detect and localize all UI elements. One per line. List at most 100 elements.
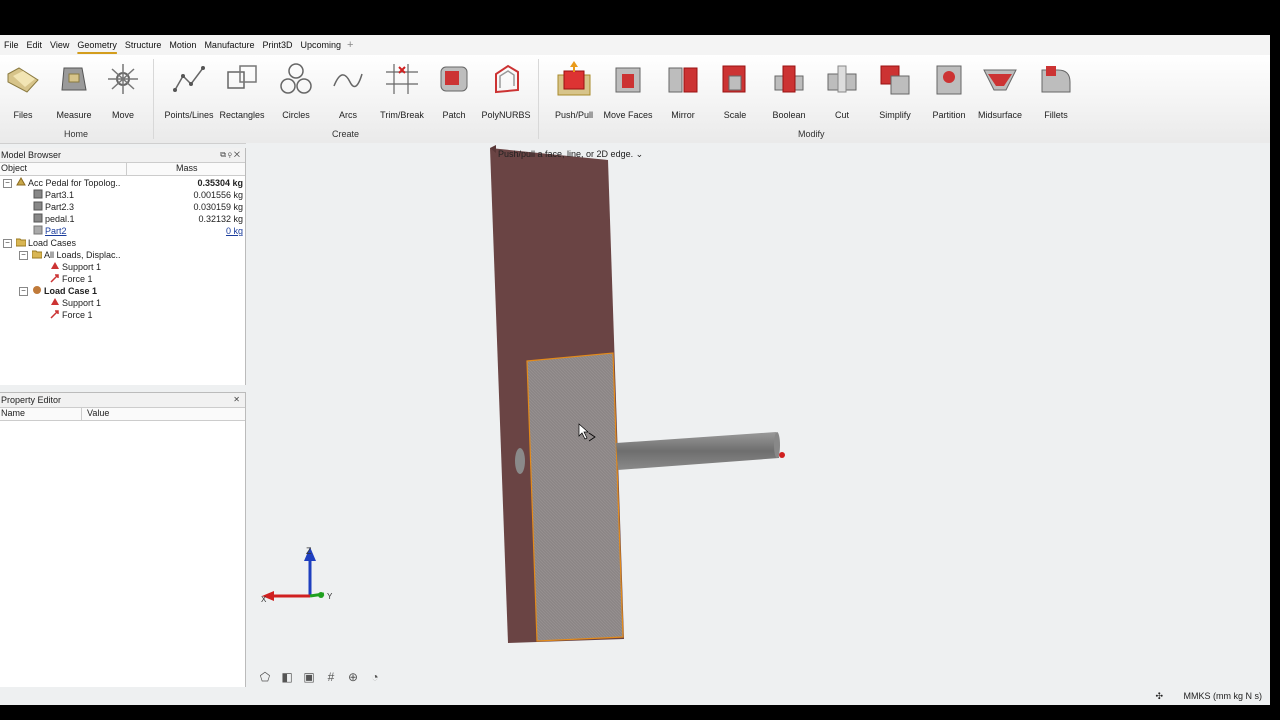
zoom-icon[interactable]: ⊕ xyxy=(344,669,362,685)
tree-item-part[interactable]: pedal.1 xyxy=(33,213,75,225)
cut-button[interactable]: Cut xyxy=(822,61,862,120)
simplify-button[interactable]: Simplify xyxy=(874,61,916,120)
points-lines-button[interactable]: Points/Lines xyxy=(164,61,214,120)
circles-icon xyxy=(278,61,314,97)
push-pull-button[interactable]: Push/Pull xyxy=(552,61,596,120)
selected-face[interactable] xyxy=(526,352,624,642)
trim-break-icon xyxy=(384,61,420,97)
move-button[interactable]: Move xyxy=(104,61,142,120)
files-button[interactable]: Files xyxy=(4,61,42,120)
part-icon xyxy=(33,189,43,199)
pedal-rod[interactable] xyxy=(616,432,785,470)
part-icon xyxy=(33,201,43,211)
model-browser-title: Model Browser xyxy=(1,150,62,160)
menu-upcoming[interactable]: Upcoming xyxy=(296,35,345,55)
menu-manufacture[interactable]: Manufacture xyxy=(200,35,258,55)
menu-motion[interactable]: Motion xyxy=(165,35,200,55)
model-browser-header: Object Mass xyxy=(0,162,245,176)
axis-z-label: Z xyxy=(306,546,312,556)
tree-item-part[interactable]: Part2 xyxy=(33,225,67,237)
menu-bar: File Edit View Geometry Structure Motion… xyxy=(0,35,1270,55)
menu-structure[interactable]: Structure xyxy=(121,35,166,55)
support-icon xyxy=(50,261,59,270)
measure-button[interactable]: Measure xyxy=(54,61,94,120)
push-pull-hint[interactable]: Push/pull a face, line, or 2D edge. ⌄ xyxy=(498,149,643,160)
box-view-icon[interactable]: ▣ xyxy=(300,669,318,685)
status-bar: ✣ MMKS (mm kg N s) xyxy=(1155,691,1262,702)
midsurface-icon xyxy=(982,61,1018,97)
part-icon xyxy=(33,213,43,223)
tree-item-support[interactable]: Support 1 xyxy=(50,297,101,309)
model-browser-panel: Model Browser ⧉⚲✕ Object Mass − Acc Peda… xyxy=(0,148,246,385)
column-mass[interactable]: Mass xyxy=(176,163,198,173)
menu-edit[interactable]: Edit xyxy=(23,35,47,55)
patch-icon xyxy=(436,61,472,97)
fillets-button[interactable]: Fillets xyxy=(1036,61,1076,120)
menu-geometry[interactable]: Geometry xyxy=(73,35,121,55)
collapse-toggle[interactable]: − xyxy=(3,239,12,248)
mass-value: 0.32132 kg xyxy=(198,214,243,224)
tree-item-load-cases[interactable]: Load Cases xyxy=(15,237,76,249)
model-render: Z X Y xyxy=(261,145,785,643)
view-cube-icon[interactable]: ⬠ xyxy=(256,669,274,685)
visibility-icon[interactable]: ◔ xyxy=(366,669,384,685)
property-editor-title: Property Editor xyxy=(1,395,62,405)
tree-item-part[interactable]: Part2.3 xyxy=(33,201,74,213)
units-label[interactable]: MMKS (mm kg N s) xyxy=(1184,691,1263,701)
circles-button[interactable]: Circles xyxy=(276,61,316,120)
cut-icon xyxy=(824,61,860,97)
tree-item-force[interactable]: Force 1 xyxy=(50,273,93,285)
boolean-button[interactable]: Boolean xyxy=(768,61,810,120)
column-value[interactable]: Value xyxy=(87,408,109,418)
tree-item-force[interactable]: Force 1 xyxy=(50,309,93,321)
menu-print3d[interactable]: Print3D xyxy=(258,35,296,55)
collapse-toggle[interactable]: − xyxy=(3,179,12,188)
folder-icon xyxy=(31,249,43,259)
collapse-toggle[interactable]: − xyxy=(19,251,28,260)
partition-icon xyxy=(931,61,967,97)
chevron-down-icon[interactable]: ⌄ xyxy=(636,149,644,159)
tree-item-part[interactable]: Part3.1 xyxy=(33,189,74,201)
column-object[interactable]: Object xyxy=(1,163,27,173)
move-icon xyxy=(105,61,141,97)
window-border xyxy=(1270,35,1280,705)
grid-icon[interactable]: # xyxy=(322,669,340,685)
menu-file[interactable]: File xyxy=(0,35,23,55)
move-faces-button[interactable]: Move Faces xyxy=(602,61,654,120)
trim-break-button[interactable]: Trim/Break xyxy=(378,61,426,120)
close-icon[interactable]: ✕ xyxy=(233,395,242,404)
3d-viewport[interactable]: Z X Y xyxy=(246,143,1270,705)
scale-button[interactable]: Scale xyxy=(716,61,754,120)
move-faces-icon xyxy=(610,61,646,97)
partition-button[interactable]: Partition xyxy=(928,61,970,120)
rectangles-icon xyxy=(224,61,260,97)
property-editor-panel: Property Editor ✕ Name Value xyxy=(0,392,246,687)
dock-icon[interactable]: ⧉ xyxy=(220,150,228,159)
arcs-button[interactable]: Arcs xyxy=(328,61,368,120)
collapse-toggle[interactable]: − xyxy=(19,287,28,296)
axis-x-label: X xyxy=(261,595,267,604)
fillets-icon xyxy=(1038,61,1074,97)
mass-value: 0.35304 kg xyxy=(197,178,243,188)
mirror-icon xyxy=(665,61,701,97)
close-icon[interactable]: ✕ xyxy=(234,150,242,159)
simplify-icon xyxy=(877,61,913,97)
mirror-button[interactable]: Mirror xyxy=(664,61,702,120)
tree-item-assembly[interactable]: Acc Pedal for Topolog.. xyxy=(16,176,120,189)
folder-icon xyxy=(5,61,41,97)
menu-view[interactable]: View xyxy=(46,35,73,55)
rectangles-button[interactable]: Rectangles xyxy=(218,61,266,120)
polynurbs-button[interactable]: PolyNURBS xyxy=(480,61,532,120)
tree-item-support[interactable]: Support 1 xyxy=(50,261,101,273)
column-name[interactable]: Name xyxy=(1,408,25,418)
tree-item-all-loads[interactable]: All Loads, Displac.. xyxy=(31,249,121,261)
camera-icon[interactable]: ◧ xyxy=(278,669,296,685)
scale-icon xyxy=(717,61,753,97)
midsurface-button[interactable]: Midsurface xyxy=(976,61,1024,120)
snap-icon[interactable]: ✣ xyxy=(1155,691,1163,701)
patch-button[interactable]: Patch xyxy=(436,61,472,120)
property-editor-header: Name Value xyxy=(0,407,245,421)
axis-triad: Z X Y xyxy=(261,546,333,604)
tree-item-load-case[interactable]: Load Case 1 xyxy=(32,285,97,297)
add-tab-icon[interactable]: + xyxy=(347,39,353,51)
